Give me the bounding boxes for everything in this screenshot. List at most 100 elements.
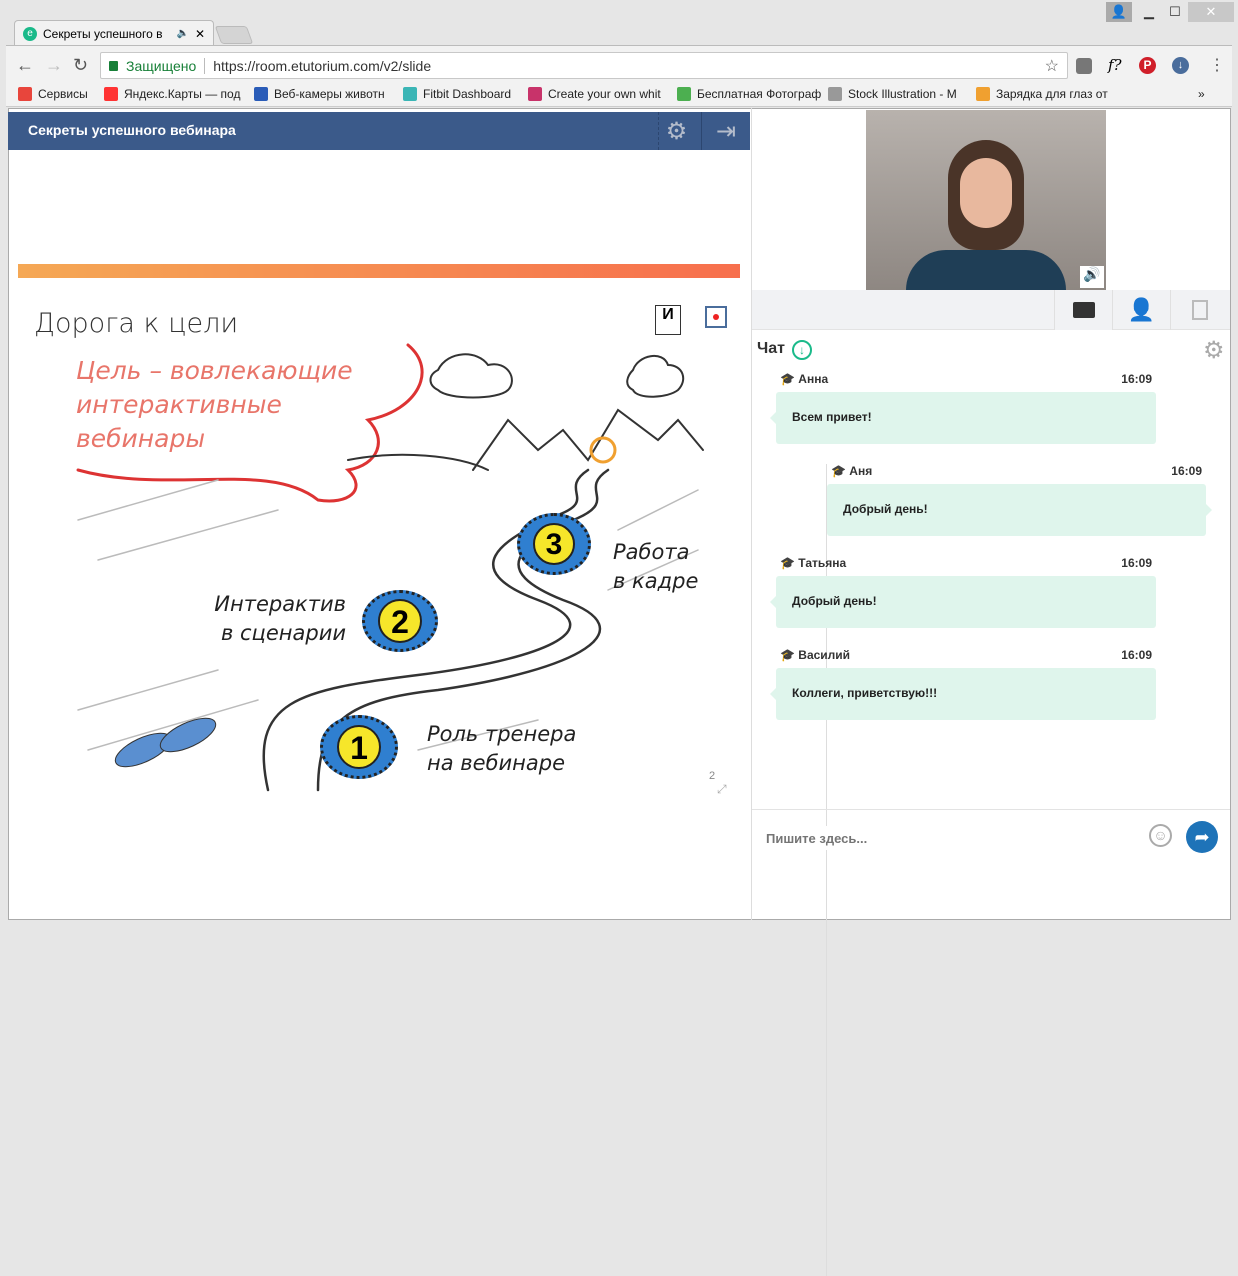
message-text: Добрый день! (827, 484, 1212, 536)
etutorium-favicon-icon: e (23, 26, 37, 41)
emoji-icon[interactable]: ☺ (1149, 824, 1172, 847)
volume-icon[interactable]: 🔊 (1080, 266, 1104, 288)
settings-button[interactable]: ⚙ (658, 112, 694, 150)
sun-icon (976, 87, 990, 101)
bookmark-label: Сервисы (38, 87, 88, 101)
gear-icon: ⚙ (665, 117, 688, 145)
slide-accent-bar (18, 264, 740, 278)
font-extension-icon[interactable]: f? (1108, 56, 1122, 74)
step-2-label: Интерактив в сценарии (214, 592, 346, 645)
step-3-flower: 3 (517, 513, 591, 575)
bookmark-fitbit[interactable]: Fitbit Dashboard (403, 87, 511, 101)
webinar-header: Секреты успешного вебинара (8, 112, 750, 150)
panel-tabs: 👤 (752, 290, 1230, 330)
step-3-label: Работа в кадре (613, 540, 699, 593)
message-author: 🎓 Аня (831, 464, 873, 478)
chat-bubble-icon (1072, 302, 1095, 318)
message-text: Коллеги, приветствую!!! (770, 668, 1156, 720)
chat-message: 🎓 Анна 16:09 Всем привет! (770, 372, 1156, 444)
chat-title: Чат (757, 340, 785, 357)
bookmark-label: Веб-камеры животн (274, 87, 385, 101)
secure-label: Защищено (126, 57, 197, 74)
message-time: 16:09 (1121, 372, 1152, 386)
step-number: 2 (378, 599, 422, 643)
apps-icon (18, 87, 32, 101)
bookmark-label: Create your own whit (548, 87, 661, 101)
step-2-flower: 2 (362, 590, 438, 652)
bookmark-create[interactable]: Create your own whit (528, 87, 661, 101)
message-author: 🎓 Татьяна (780, 556, 847, 570)
divider (752, 809, 1230, 810)
forward-button[interactable]: → (45, 55, 63, 76)
fullscreen-icon[interactable]: ⤢ (717, 782, 727, 797)
bookmark-eyes[interactable]: Зарядка для глаз от (976, 87, 1108, 101)
step-number: 3 (533, 523, 575, 565)
message-author: 🎓 Анна (780, 372, 829, 386)
download-extension-icon[interactable]: ↓ (1172, 57, 1189, 74)
message-time: 16:09 (1121, 648, 1152, 662)
chat-input[interactable] (766, 826, 1136, 850)
chat-settings-icon[interactable]: ⚙ (1203, 336, 1225, 365)
star-icon[interactable]: ☆ (1045, 56, 1059, 76)
menu-icon[interactable]: ⋮ (1209, 55, 1225, 75)
presenter-face (960, 158, 1012, 228)
partner-logo (705, 306, 727, 328)
scroll-down-icon[interactable]: ↓ (792, 340, 812, 360)
back-button[interactable]: ← (16, 55, 34, 76)
tab-chat[interactable] (1054, 290, 1112, 330)
chevrons-icon: » (1198, 87, 1205, 101)
more-bookmarks-button[interactable]: » (1198, 87, 1205, 101)
globe-icon (254, 87, 268, 101)
chat-message: 🎓 Татьяна 16:09 Добрый день! (770, 556, 1156, 628)
slide-page-number: 2 (709, 770, 716, 782)
page-icon (828, 87, 842, 101)
cloud-left (429, 353, 513, 399)
browser-tab[interactable]: e Секреты успешного в 🔈 ✕ (14, 20, 214, 46)
minimize-button[interactable]: ▁ (1136, 2, 1162, 22)
maximize-button[interactable]: ☐ (1162, 2, 1188, 22)
extension-icon[interactable] (1076, 58, 1092, 74)
bookmark-stock[interactable]: Stock Illustration - M (828, 87, 957, 101)
presenter-shirt (906, 250, 1066, 290)
message-author: 🎓 Василий (780, 648, 851, 662)
exit-button[interactable]: ⇥ (701, 112, 750, 150)
presenter-video: 🔊 (866, 110, 1106, 290)
bookmark-label: Stock Illustration - M (848, 87, 957, 101)
address-bar[interactable]: Защищено https://room.etutorium.com/v2/s… (100, 52, 1068, 79)
new-tab-button[interactable] (214, 26, 254, 44)
tab-files[interactable] (1170, 290, 1228, 330)
pinterest-icon[interactable]: P (1139, 57, 1156, 74)
s-logo-icon (528, 87, 542, 101)
bookmark-yandex-maps[interactable]: Яндекс.Карты — под (104, 87, 240, 101)
bookmark-label: Яндекс.Карты — под (124, 87, 241, 101)
sign-out-icon: ⇥ (715, 117, 737, 145)
bookmark-label: Бесплатная Фотограф (697, 87, 822, 101)
user-icon: 👤 (1127, 297, 1156, 322)
speaker-icon: 🔈 (176, 28, 189, 39)
profile-icon[interactable]: 👤 (1106, 2, 1132, 22)
message-time: 16:09 (1121, 556, 1152, 570)
lock-icon (109, 60, 118, 71)
send-button[interactable]: ➦ (1186, 821, 1218, 853)
mountains (472, 408, 704, 471)
cloud-right (626, 355, 685, 398)
tab-participants[interactable]: 👤 (1112, 290, 1170, 330)
bookmark-label: Зарядка для глаз от (996, 87, 1108, 101)
url-text: https://room.etutorium.com/v2/slide (213, 57, 432, 74)
reload-button[interactable]: ↻ (73, 55, 88, 76)
close-tab-icon[interactable]: ✕ (195, 27, 205, 41)
webinar-title: Секреты успешного вебинара (28, 122, 236, 138)
document-icon (1191, 300, 1208, 320)
message-text: Всем привет! (770, 392, 1156, 444)
fitbit-icon (403, 87, 417, 101)
message-time: 16:09 (1171, 464, 1202, 478)
bookmark-label: Fitbit Dashboard (423, 87, 512, 101)
bookmark-webcams[interactable]: Веб-камеры животн (254, 87, 385, 101)
step-number: 1 (337, 725, 381, 769)
step-1-label: Роль тренера на вебинаре (427, 722, 577, 775)
message-text: Добрый день! (770, 576, 1156, 628)
close-window-button[interactable]: ✕ (1188, 2, 1234, 22)
px-icon (677, 87, 691, 101)
bookmark-services[interactable]: Сервисы (18, 87, 88, 101)
bookmark-photo[interactable]: Бесплатная Фотограф (677, 87, 821, 101)
